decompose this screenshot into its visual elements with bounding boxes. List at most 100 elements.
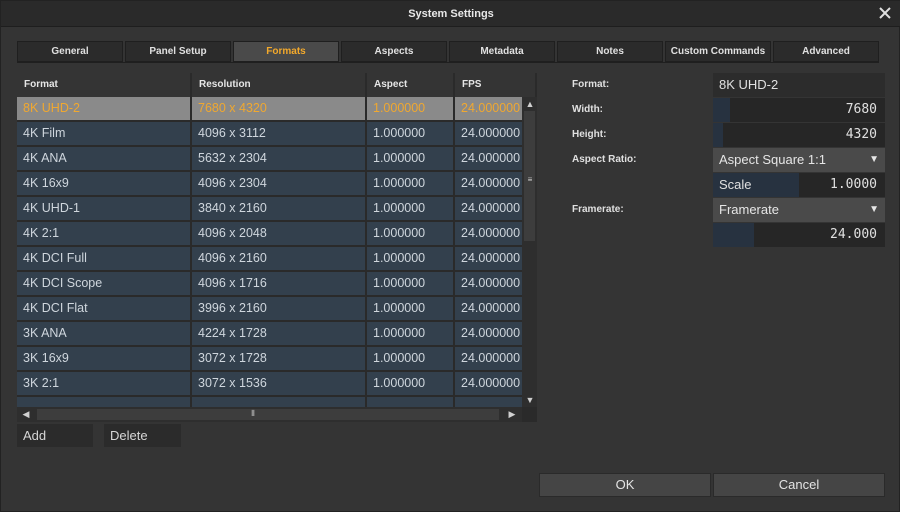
cell-aspect: 1.000000 — [367, 147, 453, 170]
chevron-down-icon: ▼ — [869, 204, 879, 215]
cell-aspect: 1.000000 — [367, 122, 453, 145]
cell-format: 8K UHD-2 — [17, 97, 190, 120]
scroll-right-icon[interactable]: ▶ — [505, 407, 519, 421]
window-title: System Settings — [408, 8, 494, 20]
table-header: Format Resolution Aspect FPS — [17, 73, 537, 97]
cell-aspect: 1.000000 — [367, 322, 453, 345]
table-row[interactable]: 8K UHD-2 7680 x 4320 1.000000 24.000000 — [17, 97, 522, 120]
tab-general[interactable]: General — [17, 41, 123, 62]
table-row[interactable]: 4K 2:1 4096 x 2048 1.000000 24.000000 — [17, 222, 522, 245]
cell-aspect — [367, 397, 453, 407]
table-row[interactable]: 4K ANA 5632 x 2304 1.000000 24.000000 — [17, 147, 522, 170]
cell-resolution: 3996 x 2160 — [192, 297, 365, 320]
cell-resolution: 4224 x 1728 — [192, 322, 365, 345]
tab-notes[interactable]: Notes — [557, 41, 663, 62]
delete-button[interactable]: Delete — [104, 424, 181, 447]
cancel-button[interactable]: Cancel — [713, 473, 885, 497]
tab-advanced[interactable]: Advanced — [773, 41, 879, 62]
table-row[interactable]: 3K 2:1 3072 x 1536 1.000000 24.000000 — [17, 372, 522, 395]
cell-fps: 24.000000 — [455, 147, 522, 170]
cell-format: 4K DCI Full — [17, 247, 190, 270]
framerate-slider-fill — [713, 223, 755, 247]
add-button[interactable]: Add — [17, 424, 93, 447]
column-header-resolution[interactable]: Resolution — [192, 73, 367, 97]
scale-field[interactable]: Scale 1.0000 — [713, 173, 885, 197]
cell-resolution: 4096 x 2304 — [192, 172, 365, 195]
cell-format: 4K DCI Scope — [17, 272, 190, 295]
width-slider-fill — [713, 98, 731, 122]
cell-format: 4K UHD-1 — [17, 197, 190, 220]
table-row[interactable]: 3K ANA 4224 x 1728 1.000000 24.000000 — [17, 322, 522, 345]
table-row[interactable]: 4K DCI Full 4096 x 2160 1.000000 24.000000 — [17, 247, 522, 270]
table-row[interactable]: 4K UHD-1 3840 x 2160 1.000000 24.000000 — [17, 197, 522, 220]
table-body: 8K UHD-2 7680 x 4320 1.000000 24.000000 4K F… — [17, 97, 522, 407]
system-settings-window: System Settings General Panel Setup Form… — [0, 0, 900, 512]
height-label: Height: — [572, 129, 607, 140]
cell-resolution: 4096 x 2160 — [192, 247, 365, 270]
table-row[interactable]: 3K 16x9 3072 x 1728 1.000000 24.000000 — [17, 347, 522, 370]
height-value: 4320 — [845, 127, 877, 142]
chevron-down-icon: ▼ — [869, 154, 879, 165]
aspect-ratio-value: Aspect Square 1:1 — [719, 152, 826, 167]
format-name-field[interactable]: 8K UHD-2 — [713, 73, 885, 97]
aspect-ratio-dropdown[interactable]: Aspect Square 1:1 ▼ — [713, 148, 885, 172]
framerate-field[interactable]: 24.000 — [713, 223, 885, 247]
tab-aspects[interactable]: Aspects — [341, 41, 447, 62]
height-field[interactable]: 4320 — [713, 123, 885, 147]
framerate-value: 24.000 — [830, 227, 877, 242]
scroll-left-icon[interactable]: ◀ — [19, 407, 33, 421]
cell-format: 4K Film — [17, 122, 190, 145]
tab-metadata[interactable]: Metadata — [449, 41, 555, 62]
ok-button[interactable]: OK — [539, 473, 711, 497]
tab-custom-commands[interactable]: Custom Commands — [665, 41, 771, 62]
cell-fps: 24.000000 — [455, 322, 522, 345]
vertical-scrollbar[interactable]: ▲ ≡ ▼ — [522, 97, 537, 407]
cell-fps: 24.000000 — [455, 122, 522, 145]
cell-format: 4K ANA — [17, 147, 190, 170]
scroll-down-icon[interactable]: ▼ — [523, 393, 537, 407]
height-slider-fill — [713, 123, 724, 147]
cell-resolution: 3072 x 1536 — [192, 372, 365, 395]
cell-fps: 24.000000 — [455, 197, 522, 220]
cell-format: 4K 2:1 — [17, 222, 190, 245]
format-name-value: 8K UHD-2 — [719, 77, 779, 92]
column-header-aspect[interactable]: Aspect — [367, 73, 455, 97]
cell-aspect: 1.000000 — [367, 222, 453, 245]
scroll-up-icon[interactable]: ▲ — [523, 97, 537, 111]
cell-resolution: 5632 x 2304 — [192, 147, 365, 170]
table-row[interactable]: 4K DCI Flat 3996 x 2160 1.000000 24.000000 — [17, 297, 522, 320]
column-header-fps[interactable]: FPS — [455, 73, 537, 97]
horizontal-scroll-thumb[interactable] — [37, 409, 499, 420]
cell-fps: 24.000000 — [455, 297, 522, 320]
formats-table: Format Resolution Aspect FPS 8K UHD-2 768… — [17, 73, 537, 422]
cell-resolution: 3840 x 2160 — [192, 197, 365, 220]
cell-fps: 24.000000 — [455, 97, 522, 120]
cell-fps: 24.000000 — [455, 222, 522, 245]
table-row[interactable]: 4K Film 4096 x 3112 1.000000 24.000000 — [17, 122, 522, 145]
tab-formats[interactable]: Formats — [233, 41, 339, 62]
cell-aspect: 1.000000 — [367, 372, 453, 395]
cell-fps: 24.000000 — [455, 247, 522, 270]
horizontal-scrollbar[interactable]: ◀ ⦀ ▶ — [17, 407, 522, 422]
framerate-dropdown[interactable]: Framerate ▼ — [713, 198, 885, 222]
cell-format: 3K 2:1 — [17, 372, 190, 395]
cell-resolution: 4096 x 1716 — [192, 272, 365, 295]
cell-aspect: 1.000000 — [367, 297, 453, 320]
table-row[interactable]: 4K 16x9 4096 x 2304 1.000000 24.000000 — [17, 172, 522, 195]
cell-aspect: 1.000000 — [367, 197, 453, 220]
close-icon[interactable] — [877, 5, 893, 21]
width-label: Width: — [572, 104, 604, 115]
format-label: Format: — [572, 79, 610, 90]
column-header-format[interactable]: Format — [17, 73, 192, 97]
tab-panel-setup[interactable]: Panel Setup — [125, 41, 231, 62]
cell-fps: 24.000000 — [455, 347, 522, 370]
aspect-ratio-label: Aspect Ratio: — [572, 154, 637, 165]
table-row[interactable]: 4K DCI Scope 4096 x 1716 1.000000 24.000000 — [17, 272, 522, 295]
framerate-label: Framerate: — [572, 204, 624, 215]
table-row[interactable] — [17, 397, 522, 407]
cell-resolution: 4096 x 2048 — [192, 222, 365, 245]
cell-aspect: 1.000000 — [367, 172, 453, 195]
cell-aspect: 1.000000 — [367, 247, 453, 270]
width-field[interactable]: 7680 — [713, 98, 885, 122]
cell-fps: 24.000000 — [455, 372, 522, 395]
